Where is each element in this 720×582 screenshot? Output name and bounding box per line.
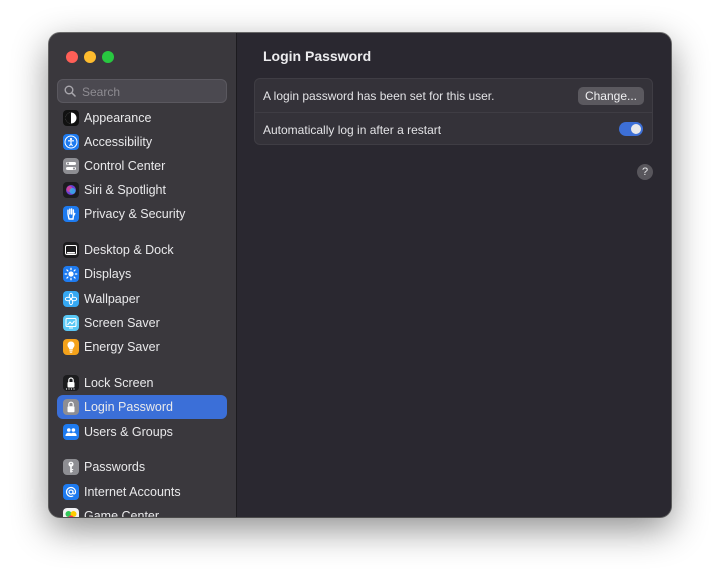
sidebar-item-accessibility[interactable]: Accessibility xyxy=(57,130,227,154)
change-password-button[interactable]: Change... xyxy=(577,87,644,105)
sidebar-item-label: Game Center xyxy=(84,509,160,517)
help-button[interactable]: ? xyxy=(637,164,653,180)
sidebar-item-lock-screen[interactable]: Lock Screen xyxy=(57,371,227,395)
toggle-knob xyxy=(631,124,641,134)
sidebar-item-energy-saver[interactable]: Energy Saver xyxy=(57,335,227,359)
sidebar-item-internet-accounts[interactable]: Internet Accounts xyxy=(57,480,227,504)
auto-login-row: Automatically log in after a restart xyxy=(255,113,652,146)
sidebar-item-label: Screen Saver xyxy=(84,316,160,330)
sidebar-item-label: Displays xyxy=(84,267,132,281)
at-icon xyxy=(63,484,79,500)
sidebar-item-label: Users & Groups xyxy=(84,425,173,439)
sidebar-item-screen-saver[interactable]: Screen Saver xyxy=(57,311,227,335)
screen-saver-icon xyxy=(63,315,79,331)
lock-icon xyxy=(63,399,79,415)
sidebar-item-login-password[interactable]: Login Password xyxy=(57,395,227,419)
wallpaper-icon xyxy=(63,291,79,307)
sidebar-item-privacy-security[interactable]: Privacy & Security xyxy=(57,202,227,226)
sidebar: Appearance Accessibility Control Center … xyxy=(49,33,237,517)
hand-icon xyxy=(63,206,79,222)
settings-group: A login password has been set for this u… xyxy=(254,78,653,145)
sidebar-item-label: Energy Saver xyxy=(84,340,160,354)
password-status-label: A login password has been set for this u… xyxy=(263,89,495,103)
sidebar-item-desktop-dock[interactable]: Desktop & Dock xyxy=(57,238,227,262)
password-status-row: A login password has been set for this u… xyxy=(255,79,652,113)
sidebar-item-label: Appearance xyxy=(84,111,152,125)
sidebar-item-label: Lock Screen xyxy=(84,376,154,390)
displays-icon xyxy=(63,266,79,282)
sidebar-item-siri-spotlight[interactable]: Siri & Spotlight xyxy=(57,178,227,202)
auto-login-toggle[interactable] xyxy=(619,122,643,136)
sidebar-item-passwords[interactable]: Passwords xyxy=(57,455,227,479)
search-field[interactable] xyxy=(57,79,227,103)
sidebar-item-wallpaper[interactable]: Wallpaper xyxy=(57,287,227,311)
accessibility-icon xyxy=(63,134,79,150)
siri-icon xyxy=(63,182,79,198)
search-input[interactable] xyxy=(80,82,224,102)
settings-window: Appearance Accessibility Control Center … xyxy=(49,33,671,517)
desktop-dock-icon xyxy=(63,242,79,258)
sidebar-item-displays[interactable]: Displays xyxy=(57,262,227,286)
sidebar-item-game-center[interactable]: Game Center xyxy=(57,504,227,517)
users-icon xyxy=(63,424,79,440)
control-center-icon xyxy=(63,158,79,174)
zoom-window-button[interactable] xyxy=(102,51,114,63)
sidebar-item-label: Internet Accounts xyxy=(84,485,181,499)
auto-login-label: Automatically log in after a restart xyxy=(263,123,442,137)
sidebar-item-label: Privacy & Security xyxy=(84,207,186,221)
sidebar-item-label: Wallpaper xyxy=(84,292,140,306)
sidebar-item-label: Accessibility xyxy=(84,135,153,149)
sidebar-item-users-groups[interactable]: Users & Groups xyxy=(57,420,227,444)
search-icon xyxy=(64,85,76,97)
sidebar-item-label: Desktop & Dock xyxy=(84,243,174,257)
game-center-icon xyxy=(63,508,79,517)
sidebar-item-label: Control Center xyxy=(84,159,166,173)
sidebar-item-appearance[interactable]: Appearance xyxy=(57,106,227,130)
sidebar-item-label: Siri & Spotlight xyxy=(84,183,166,197)
energy-saver-icon xyxy=(63,339,79,355)
lock-screen-icon xyxy=(63,375,79,391)
minimize-window-button[interactable] xyxy=(84,51,96,63)
sidebar-item-control-center[interactable]: Control Center xyxy=(57,154,227,178)
key-icon xyxy=(63,459,79,475)
close-window-button[interactable] xyxy=(66,51,78,63)
sidebar-item-label: Login Password xyxy=(84,400,173,414)
appearance-icon xyxy=(63,110,79,126)
page-title: Login Password xyxy=(263,48,372,64)
content-pane: Login Password A login password has been… xyxy=(237,33,671,517)
sidebar-item-label: Passwords xyxy=(84,460,146,474)
